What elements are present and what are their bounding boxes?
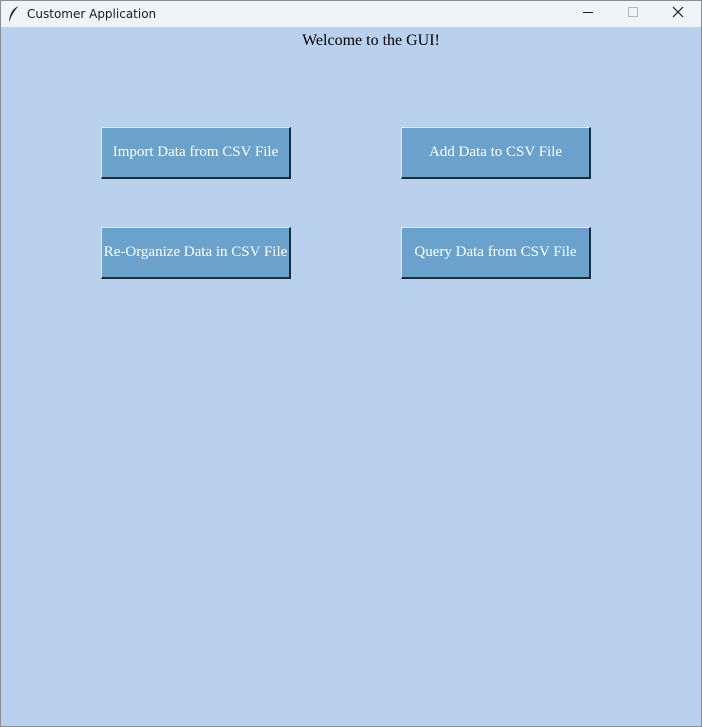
maximize-button[interactable]	[610, 1, 656, 27]
window-title: Customer Application	[27, 7, 157, 21]
main-panel: Welcome to the GUI! Import Data from CSV…	[1, 27, 701, 726]
minimize-button[interactable]	[565, 1, 611, 27]
title-bar[interactable]: Customer Application	[1, 1, 701, 27]
add-data-button[interactable]: Add Data to CSV File	[401, 127, 591, 179]
query-data-button[interactable]: Query Data from CSV File	[401, 227, 591, 279]
close-button[interactable]	[655, 1, 701, 27]
import-data-button[interactable]: Import Data from CSV File	[101, 127, 291, 179]
minimize-icon	[582, 5, 594, 23]
feather-icon	[7, 5, 21, 23]
welcome-label: Welcome to the GUI!	[302, 32, 440, 49]
app-window: Customer Application Welcome to the GUI!…	[0, 0, 702, 727]
maximize-icon	[627, 5, 639, 23]
close-icon	[672, 5, 684, 23]
reorganize-data-button[interactable]: Re-Organize Data in CSV File	[101, 227, 291, 279]
